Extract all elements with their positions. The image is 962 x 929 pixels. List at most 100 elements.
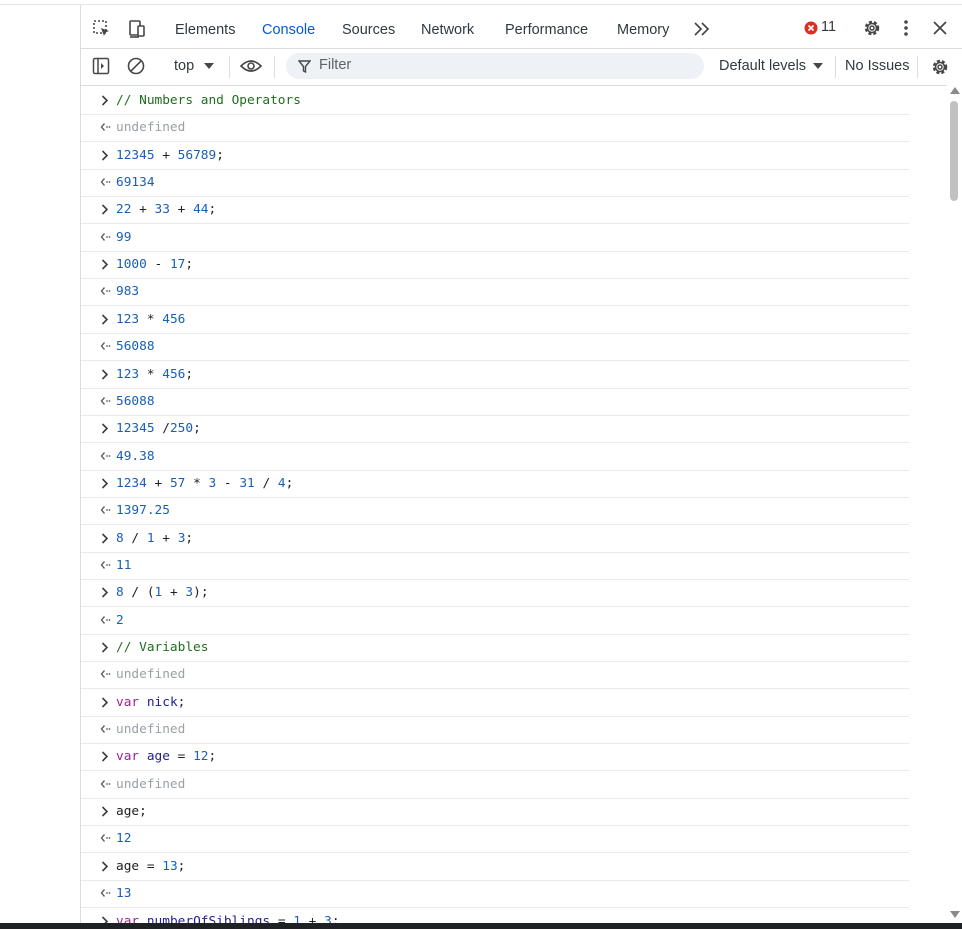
code-token: var <box>116 695 140 710</box>
console-output-row[interactable]: 12 <box>81 825 909 853</box>
expand-chevron-icon[interactable] <box>98 198 112 220</box>
expand-chevron-icon[interactable] <box>98 308 112 330</box>
code-token: var <box>116 914 140 923</box>
console-output-row[interactable]: undefined <box>81 716 909 744</box>
code-token: ; <box>177 859 186 874</box>
expand-chevron-icon[interactable] <box>98 745 112 767</box>
expand-chevron-icon[interactable] <box>98 363 112 385</box>
console-input-code: 1234 + 57 * 3 - 31 / 4; <box>116 476 293 491</box>
code-token: 456 <box>162 367 186 382</box>
expand-chevron-icon[interactable] <box>98 253 112 275</box>
error-icon[interactable] <box>803 19 819 37</box>
expand-chevron-icon[interactable] <box>98 581 112 603</box>
console-output-row[interactable]: undefined <box>81 661 909 689</box>
console-output-row[interactable]: undefined <box>81 114 909 142</box>
close-icon[interactable] <box>929 17 951 39</box>
console-input-row[interactable]: 123 * 456 <box>81 306 909 334</box>
error-count[interactable]: 11 <box>821 19 836 35</box>
return-value-icon <box>98 171 112 193</box>
code-token: 13 <box>116 886 132 901</box>
return-value-icon <box>98 226 112 248</box>
console-output-row[interactable]: 49.38 <box>81 443 909 471</box>
console-input-row[interactable]: 1000 - 17; <box>81 251 909 279</box>
console-input-row[interactable]: var numberOfSiblings = 1 + 3; <box>81 908 909 923</box>
console-input-code: 12345 /250; <box>116 421 201 436</box>
expand-chevron-icon[interactable] <box>98 800 112 822</box>
console-output-row[interactable]: 13 <box>81 880 909 908</box>
code-token: ; <box>208 749 217 764</box>
expand-chevron-icon[interactable] <box>98 527 112 549</box>
expand-chevron-icon[interactable] <box>98 89 112 111</box>
inspect-element-icon[interactable] <box>91 18 113 40</box>
code-token: 12345 <box>116 421 155 436</box>
console-output-row[interactable]: 2 <box>81 607 909 635</box>
console-output-row[interactable]: 1397.25 <box>81 497 909 525</box>
context-selector[interactable]: top <box>174 58 194 74</box>
expand-chevron-icon[interactable] <box>98 144 112 166</box>
filter-input[interactable]: Filter <box>286 53 704 79</box>
clear-console-icon[interactable] <box>126 56 146 76</box>
console-output-value: 11 <box>116 558 131 573</box>
console-input-row[interactable]: 8 / 1 + 3; <box>81 525 909 553</box>
expand-chevron-icon[interactable] <box>98 910 112 923</box>
console-input-row[interactable]: 12345 /250; <box>81 415 909 443</box>
expand-chevron-icon[interactable] <box>98 472 112 494</box>
console-input-row[interactable]: 8 / (1 + 3); <box>81 579 909 607</box>
sidebar-toggle-icon[interactable] <box>91 56 111 76</box>
console-messages[interactable]: // Numbers and Operators undefined 12345 +… <box>81 83 947 923</box>
console-settings-icon[interactable] <box>929 56 951 78</box>
console-input-row[interactable]: var nick; <box>81 689 909 717</box>
tab-network[interactable]: Network <box>421 22 474 38</box>
console-output-row[interactable]: 56088 <box>81 333 909 361</box>
tab-elements[interactable]: Elements <box>175 22 235 38</box>
console-output-row[interactable]: 99 <box>81 224 909 252</box>
console-input-row[interactable]: var age = 12; <box>81 743 909 771</box>
log-levels-dropdown[interactable]: Default levels <box>719 58 806 74</box>
context-dropdown-icon[interactable] <box>203 60 215 72</box>
live-expression-icon[interactable] <box>238 56 264 76</box>
expand-chevron-icon[interactable] <box>98 417 112 439</box>
console-output-row[interactable]: 983 <box>81 278 909 306</box>
console-output-row[interactable]: 11 <box>81 552 909 580</box>
levels-dropdown-icon[interactable] <box>812 60 824 72</box>
tab-console[interactable]: Console <box>262 22 315 38</box>
more-tabs-icon[interactable] <box>691 19 713 39</box>
console-input-row[interactable]: 12345 + 56789; <box>81 142 909 170</box>
console-input-row[interactable]: age; <box>81 798 909 826</box>
code-token: * <box>185 476 209 491</box>
tab-sources[interactable]: Sources <box>342 22 395 38</box>
device-toolbar-icon[interactable] <box>126 18 148 40</box>
scrollbar-thumb[interactable] <box>950 101 958 201</box>
return-value-icon <box>98 445 112 467</box>
console-input-row[interactable]: // Numbers and Operators <box>81 87 909 115</box>
expand-chevron-icon[interactable] <box>98 855 112 877</box>
console-output-row[interactable]: 69134 <box>81 169 909 197</box>
console-input-row[interactable]: 123 * 456; <box>81 361 909 389</box>
issues-button[interactable]: No Issues <box>845 58 909 74</box>
scroll-down-arrow-icon[interactable] <box>949 909 960 919</box>
scroll-up-arrow-icon[interactable] <box>949 85 960 95</box>
console-input-row[interactable]: // Variables <box>81 634 909 662</box>
taskbar-edge <box>0 923 962 929</box>
console-output-row[interactable]: undefined <box>81 771 909 799</box>
code-token: / ( <box>123 585 155 600</box>
code-token: 3 <box>185 585 194 600</box>
code-token: 2 <box>116 613 124 628</box>
console-output-row[interactable]: 56088 <box>81 388 909 416</box>
console-scrollbar[interactable] <box>947 83 962 923</box>
console-input-code: 8 / (1 + 3); <box>116 585 209 600</box>
return-value-icon <box>98 554 112 576</box>
code-token: / <box>123 531 147 546</box>
expand-chevron-icon[interactable] <box>98 636 112 658</box>
code-token: 56088 <box>116 339 155 354</box>
tab-memory[interactable]: Memory <box>617 22 669 38</box>
console-input-row[interactable]: 1234 + 57 * 3 - 31 / 4; <box>81 470 909 498</box>
console-input-row[interactable]: 22 + 33 + 44; <box>81 196 909 224</box>
code-token: 31 <box>239 476 255 491</box>
gear-icon[interactable] <box>861 17 883 39</box>
console-input-row[interactable]: age = 13; <box>81 853 909 881</box>
expand-chevron-icon[interactable] <box>98 691 112 713</box>
kebab-menu-icon[interactable] <box>896 17 916 39</box>
tab-performance[interactable]: Performance <box>505 22 588 38</box>
code-token: 8 <box>116 585 124 600</box>
